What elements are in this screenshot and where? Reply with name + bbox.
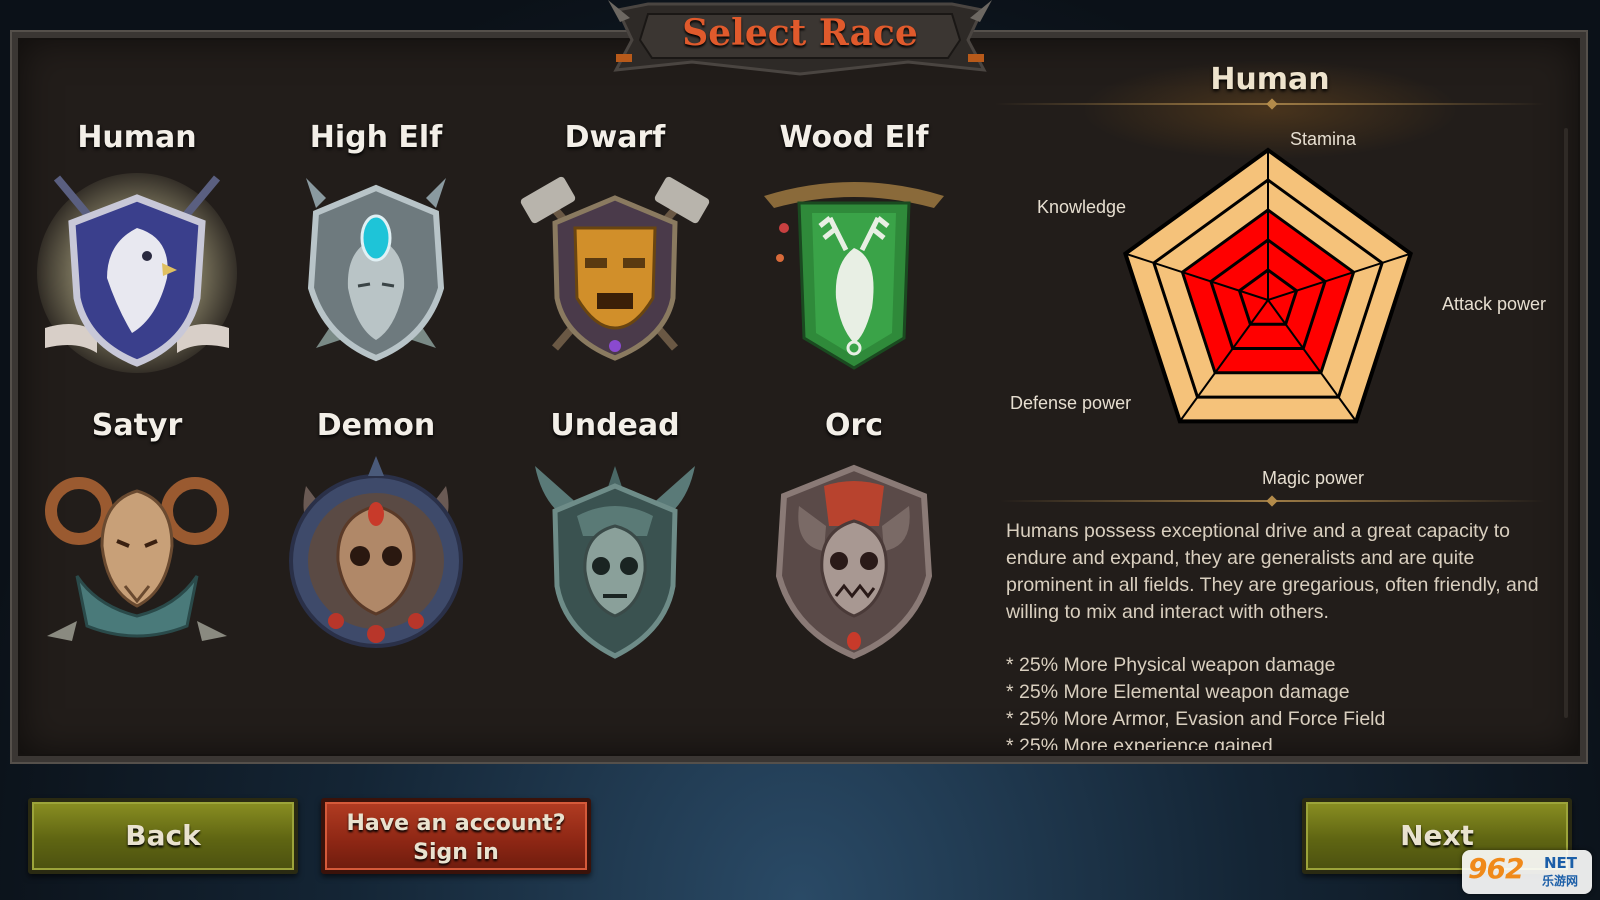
site-watermark: 962 NET 乐游网	[1462, 850, 1592, 894]
race-card-human[interactable]: Human	[22, 120, 252, 390]
race-name: Wood Elf	[779, 120, 929, 155]
dwarf-mask-icon	[520, 176, 710, 361]
race-card-undead[interactable]: Undead	[500, 408, 730, 678]
race-name: High Elf	[309, 120, 443, 155]
race-card-high-elf[interactable]: High Elf	[261, 120, 491, 390]
description-scrollbar[interactable]	[1564, 128, 1568, 718]
bonus-list: * 25% More Physical weapon damage * 25% …	[1006, 652, 1556, 750]
horned-skull-icon	[535, 466, 695, 659]
orc-skull-icon	[775, 464, 933, 660]
radar-label-attack-power: Attack power	[1442, 294, 1547, 314]
race-name: Demon	[316, 408, 436, 443]
sign-in-line-2: Sign in	[413, 840, 499, 865]
race-name: Satyr	[91, 408, 183, 443]
radar-label-defense-power: Defense power	[1010, 393, 1132, 413]
sign-in-line-1: Have an account?	[346, 811, 566, 836]
bonus-item: * 25% More Armor, Evasion and Force Fiel…	[1006, 708, 1386, 730]
elf-mask-icon	[306, 178, 446, 362]
demon-skull-icon	[289, 456, 463, 648]
race-card-satyr[interactable]: Satyr	[22, 408, 252, 678]
back-button[interactable]: Back	[28, 798, 298, 874]
watermark-cn: 乐游网	[1542, 874, 1579, 888]
stag-banner-icon	[764, 182, 944, 370]
race-name: Human	[77, 120, 197, 155]
watermark-logo: 962	[1468, 852, 1524, 885]
screen-title: Select Race	[682, 12, 918, 54]
radar-label-stamina: Stamina	[1290, 129, 1357, 149]
title-plate: Select Race	[608, 0, 992, 80]
race-name: Undead	[550, 408, 680, 443]
race-card-wood-elf[interactable]: Wood Elf	[739, 120, 969, 390]
bonus-item: * 25% More Physical weapon damage	[1006, 654, 1336, 676]
race-card-demon[interactable]: Demon	[261, 408, 491, 678]
watermark-net: NET	[1544, 854, 1578, 872]
race-card-dwarf[interactable]: Dwarf	[500, 120, 730, 390]
sign-in-button[interactable]: Have an account? Sign in	[321, 798, 591, 874]
race-description: Humans possess exceptional drive and a g…	[1006, 520, 1539, 623]
selected-race-title: Human	[1210, 62, 1330, 97]
eagle-shield-icon	[37, 173, 237, 373]
radar-label-knowledge: Knowledge	[1037, 197, 1127, 217]
radar-label-magic-power: Magic power	[1262, 468, 1365, 488]
race-name: Dwarf	[564, 120, 666, 155]
race-name: Orc	[824, 408, 884, 443]
race-description-scroll[interactable]: Humans possess exceptional drive and a g…	[1006, 518, 1556, 750]
bonus-item: * 25% More experience gained	[1006, 735, 1273, 750]
ram-head-icon	[45, 477, 229, 641]
bonus-item: * 25% More Elemental weapon damage	[1006, 681, 1350, 703]
race-card-orc[interactable]: Orc	[739, 408, 969, 678]
